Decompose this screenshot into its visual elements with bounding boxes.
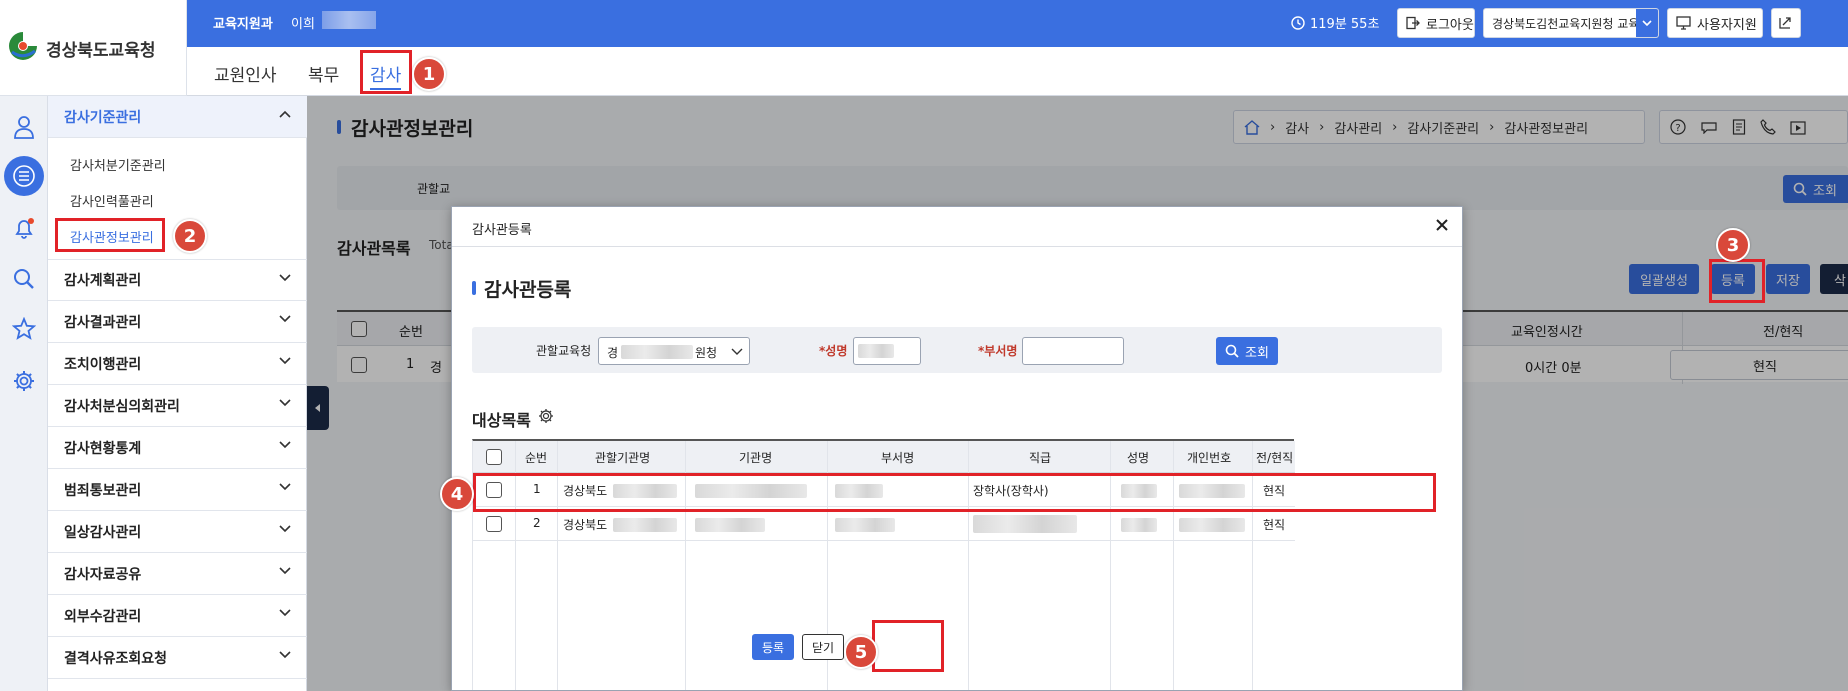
chevron-down-icon	[279, 567, 291, 575]
modal-search-button[interactable]: 조회	[1216, 337, 1278, 365]
row-no: 2	[533, 516, 541, 530]
session-timer: 119분 55초	[1291, 13, 1379, 32]
col-rank: 직급	[1029, 451, 1052, 465]
chevron-down-icon	[279, 399, 291, 407]
top-bar: 교육지원과 이희 119분 55초 로그아웃 경상북도김천교육지원청 교육지 사…	[187, 0, 1848, 47]
chevron-down-icon	[731, 348, 743, 356]
menu-group-data-share[interactable]: 감사자료공유	[48, 553, 307, 595]
chevron-down-icon	[279, 357, 291, 365]
clock-icon	[1291, 15, 1305, 30]
tab-attendance[interactable]: 복무	[308, 61, 339, 86]
menu-group-action[interactable]: 조치이행관리	[48, 343, 307, 385]
logo-icon	[8, 30, 38, 62]
col-name: 성명	[1127, 451, 1150, 465]
office-label: 관할교육청	[536, 344, 592, 358]
name-label: *성명	[819, 344, 848, 358]
row-office: 경상북도	[563, 518, 608, 532]
auditor-register-modal: 감사관등록 감사관등록 관할교육청 경 원청 *성명 *부서명 조회 대상목록	[451, 206, 1463, 691]
user-name: 이희	[291, 17, 315, 32]
side-menu: 감사기준관리 감사처분기준관리 감사인력풀관리 감사관정보관리 감사계획관리 감…	[48, 96, 307, 691]
chevron-down-icon	[279, 609, 291, 617]
chevron-up-icon	[279, 110, 291, 118]
menu-item-disposition-standard[interactable]: 감사처분기준관리	[70, 155, 166, 174]
office-select[interactable]: 경 원청	[598, 337, 750, 365]
icon-rail	[0, 96, 48, 691]
annotation-box-2	[55, 218, 165, 252]
dept-label: *부서명	[978, 344, 1018, 358]
annotation-box-5	[872, 620, 944, 672]
monitor-icon	[1676, 16, 1691, 30]
search-icon	[1225, 344, 1239, 358]
dept-input[interactable]	[1022, 337, 1124, 365]
col-status: 전/현직	[1256, 451, 1294, 465]
col-institution: 기관명	[739, 451, 773, 465]
chevron-down-icon	[279, 651, 291, 659]
target-select-all-checkbox[interactable]	[486, 449, 502, 465]
menu-group-plan[interactable]: 감사계획관리	[48, 259, 307, 301]
user-support-button[interactable]: 사용자지원	[1667, 8, 1763, 38]
chevron-down-icon	[279, 315, 291, 323]
exit-icon	[1778, 16, 1792, 30]
modal-heading: 감사관등록	[484, 279, 572, 301]
annotation-box-4	[473, 473, 1436, 512]
annotation-box-3	[1709, 259, 1765, 303]
annotation-badge-1: 1	[412, 57, 446, 91]
logout-icon	[1406, 16, 1420, 30]
user-icon[interactable]	[4, 107, 44, 147]
menu-group-external[interactable]: 외부수감관리	[48, 595, 307, 637]
annotation-badge-5: 5	[844, 635, 878, 669]
search-icon[interactable]	[4, 259, 44, 299]
row-status: 현직	[1263, 518, 1286, 532]
chevron-down-icon	[1636, 9, 1658, 37]
annotation-box-1	[360, 50, 412, 94]
annotation-badge-3: 3	[1716, 228, 1750, 262]
user-name-redaction	[322, 11, 376, 29]
menu-group-result[interactable]: 감사결과관리	[48, 301, 307, 343]
modal-search-panel: 관할교육청 경 원청 *성명 *부서명 조회	[472, 327, 1442, 373]
org-select[interactable]: 경상북도김천교육지원청 교육지	[1483, 8, 1659, 38]
gear-icon[interactable]	[4, 361, 44, 401]
chevron-down-icon	[279, 483, 291, 491]
logout-button[interactable]: 로그아웃	[1397, 8, 1475, 38]
modal-heading-marker	[472, 281, 476, 295]
table-row[interactable]: 2 경상북도 현직	[473, 507, 1295, 541]
logo-text: 경상북도교육청	[46, 41, 156, 61]
menu-group-crime-report[interactable]: 범죄통보관리	[48, 469, 307, 511]
close-icon[interactable]	[1434, 217, 1450, 233]
department-label: 교육지원과	[213, 17, 273, 32]
modal-register-button[interactable]: 등록	[752, 634, 794, 660]
target-list-title: 대상목록	[472, 411, 531, 430]
col-personal-no: 개인번호	[1187, 451, 1232, 465]
menu-group-daily-audit[interactable]: 일상감사관리	[48, 511, 307, 553]
row-checkbox[interactable]	[486, 516, 502, 532]
chevron-down-icon	[279, 274, 291, 282]
tab-teacher-hr[interactable]: 교원인사	[214, 61, 277, 86]
logo-area: 경상북도교육청	[0, 0, 187, 96]
menu-group-disqualification[interactable]: 결격사유조회요청	[48, 637, 307, 679]
name-input[interactable]	[853, 337, 921, 365]
col-office: 관할기관명	[595, 451, 651, 465]
menu-section-audit-standard[interactable]: 감사기준관리	[48, 96, 307, 138]
settings-gear-icon[interactable]	[538, 408, 554, 424]
col-no: 순번	[525, 451, 548, 465]
menu-group-committee[interactable]: 감사처분심의회관리	[48, 385, 307, 427]
annotation-badge-4: 4	[440, 477, 474, 511]
annotation-badge-2: 2	[173, 219, 207, 253]
chevron-down-icon	[279, 441, 291, 449]
list-icon[interactable]	[4, 156, 44, 196]
modal-window-title: 감사관등록	[472, 223, 532, 238]
exit-button[interactable]	[1771, 8, 1801, 38]
bell-icon[interactable]	[4, 208, 44, 248]
chevron-down-icon	[279, 525, 291, 533]
menu-group-statistics[interactable]: 감사현황통계	[48, 427, 307, 469]
menu-item-personnel-pool[interactable]: 감사인력풀관리	[70, 191, 154, 210]
col-department: 부서명	[881, 451, 915, 465]
star-icon[interactable]	[4, 309, 44, 349]
modal-close-button[interactable]: 닫기	[802, 634, 844, 660]
modal-titlebar: 감사관등록	[452, 207, 1462, 247]
